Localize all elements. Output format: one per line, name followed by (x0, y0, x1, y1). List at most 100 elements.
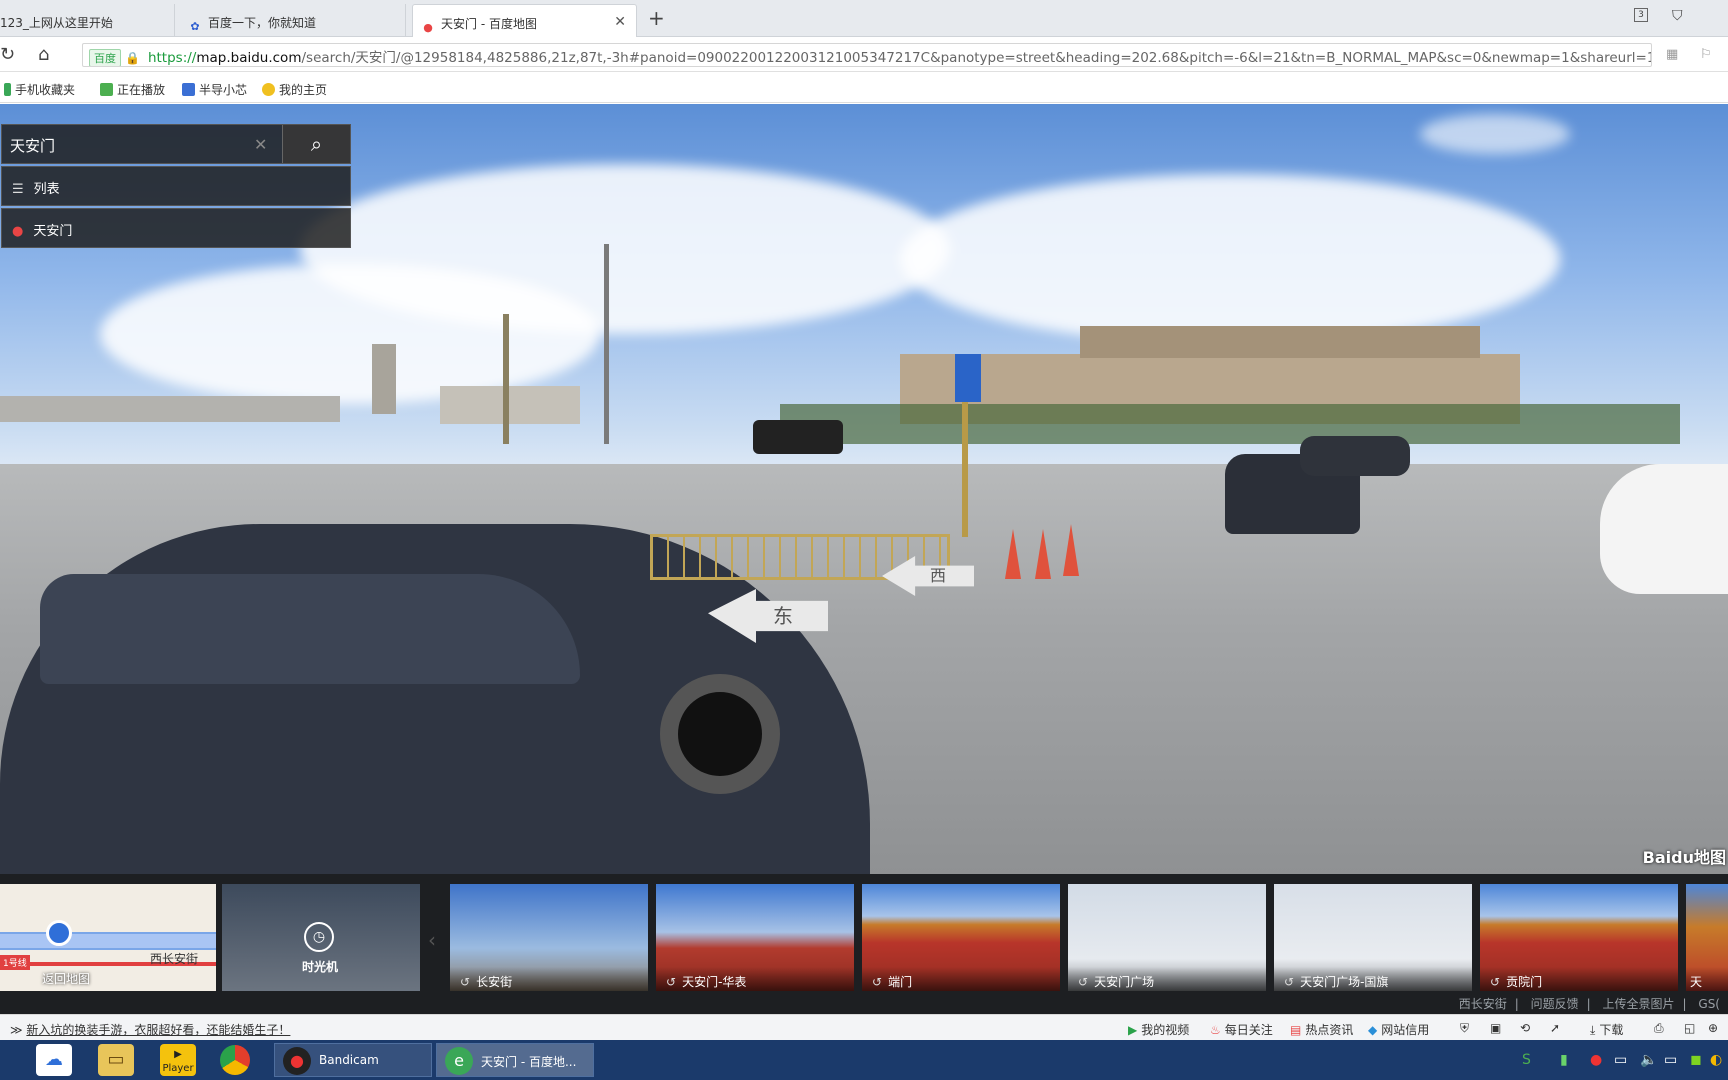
shield-icon[interactable]: ⛨ (1460, 1021, 1469, 1036)
search-button[interactable]: ⌕ (282, 125, 350, 163)
thumb-next[interactable]: 天 (1686, 884, 1728, 991)
hot-news[interactable]: ▤ 热点资讯 (1290, 1021, 1353, 1038)
cloud (1420, 114, 1570, 154)
site-credit[interactable]: ◆ 网站信用 (1368, 1021, 1429, 1038)
map-pin-icon: ● (12, 224, 24, 239)
baidu-map-brand: Baidu地图 (1642, 848, 1726, 867)
feedback-link[interactable]: 问题反馈 (1531, 997, 1579, 1011)
network-icon[interactable]: ▭ (1614, 1052, 1627, 1068)
image-icon[interactable]: ▣ (1490, 1021, 1501, 1035)
trees (780, 404, 1680, 444)
news-icon: ▤ (1290, 1023, 1302, 1037)
extension-icon[interactable]: ⚐ (1700, 47, 1712, 62)
url-scheme: https:// (147, 50, 197, 66)
nvidia-icon[interactable]: ◼ (1690, 1052, 1702, 1068)
task-baidu-map[interactable]: e 天安门 - 百度地... (436, 1043, 594, 1077)
chip-icon (182, 83, 195, 96)
record-icon: ● (283, 1047, 311, 1075)
record-tray-icon[interactable]: ● (1590, 1052, 1602, 1068)
grid-icon[interactable]: ▦ (1666, 47, 1678, 62)
star-icon (262, 83, 275, 96)
news-ticker[interactable]: ≫ 新入坑的换装手游，衣服超好看，还能结婚生子！ (10, 1021, 290, 1038)
bookmark-semi[interactable]: 半导小芯 (182, 81, 247, 98)
time-machine-thumb[interactable]: ◷ 时光机 (222, 884, 420, 991)
display-icon[interactable]: ▭ (1664, 1052, 1677, 1068)
volume-icon[interactable]: 🔈 (1640, 1052, 1657, 1068)
pano-footer-links: 西长安街 | 问题反馈 | 上传全景图片 | GS( (1458, 997, 1720, 1011)
cloud (100, 264, 600, 404)
thumb-changanjie[interactable]: ↺ 长安街 (450, 884, 648, 991)
pano-icon: ↺ (460, 975, 471, 989)
cloud-icon (100, 83, 113, 96)
download[interactable]: ⤓ 下载 (1590, 1021, 1623, 1038)
back-to-map-label: 返回地图 (42, 972, 91, 986)
thumb-label: ↺ 天安门广场 (1068, 967, 1266, 991)
daily-focus[interactable]: ♨ 每日关注 (1210, 1021, 1273, 1038)
thumb-label: ↺ 天安门广场-国旗 (1274, 967, 1472, 991)
close-tab-icon[interactable]: ✕ (614, 14, 626, 30)
thumb-gongyuanmen[interactable]: ↺ 贡院门 (1480, 884, 1678, 991)
bookmark-mobile[interactable]: 手机收藏夹 (4, 81, 75, 98)
result-item[interactable]: ● 天安门 (1, 208, 351, 248)
bookmark-home[interactable]: 我的主页 (262, 81, 327, 98)
home-icon[interactable]: ⌂ (38, 44, 49, 65)
url-input[interactable]: 百度 🔒 https://map.baidu.com/search/天安门/@129… (82, 43, 1652, 67)
zoom-icon[interactable]: ⊕ (1708, 1021, 1718, 1035)
chevron-left-icon[interactable]: ‹ (428, 928, 436, 952)
printer-icon[interactable]: ⎙ (1654, 1021, 1664, 1036)
battery-icon[interactable]: ▮ (1560, 1052, 1568, 1068)
tab-baidu-search[interactable]: ✿ 百度一下，你就知道 (180, 4, 406, 37)
thumb-label: ↺ 天安门-华表 (656, 967, 854, 991)
search-input[interactable] (10, 133, 250, 157)
shirt-icon[interactable]: ⛉ (1672, 8, 1683, 24)
clear-icon[interactable]: ✕ (254, 135, 267, 154)
tab-123[interactable]: 123_上网从这里开始 (0, 4, 175, 37)
cloud (900, 174, 1560, 344)
refresh-icon[interactable]: ↻ (0, 44, 15, 65)
light-pole (604, 244, 609, 444)
footer-street[interactable]: 西长安街 (1459, 997, 1507, 1011)
thumb-flag[interactable]: ↺ 天安门广场-国旗 (1274, 884, 1472, 991)
lamp-post (503, 314, 509, 444)
video-icon: ▶ (1128, 1023, 1138, 1037)
tab-baidu-map[interactable]: ● 天安门 - 百度地图 ✕ (412, 4, 637, 37)
search-icon: ⌕ (310, 132, 323, 156)
browser-status-bar: ≫ 新入坑的换装手游，衣服超好看，还能结婚生子！ ▶ 我的视频 ♨ 每日关注 ▤ 热点… (0, 1014, 1728, 1040)
tray-extra-icon[interactable]: ◐ (1710, 1052, 1722, 1068)
rocket-icon[interactable]: ➚ (1550, 1021, 1560, 1035)
window-count-icon[interactable]: 3 (1634, 8, 1648, 22)
my-videos[interactable]: ▶ 我的视频 (1128, 1021, 1189, 1038)
list-row[interactable]: ☰ 列表 (1, 166, 351, 206)
back-to-map-thumb[interactable]: 1号线 西长安街 返回地图 (0, 884, 216, 991)
sign-pole (962, 402, 968, 537)
thumb-label: ↺ 端门 (862, 967, 1060, 991)
baidu-paw-icon: ✿ (190, 20, 200, 33)
screen-icon[interactable]: ◱ (1684, 1021, 1695, 1035)
distant-buildings (0, 396, 340, 422)
pano-icon: ↺ (1284, 975, 1295, 989)
player-icon[interactable]: ▶ Player (160, 1044, 196, 1076)
thumb-label: ↺ 贡院门 (1480, 967, 1678, 991)
list-icon: ☰ (12, 182, 24, 197)
great-hall-roof (1080, 326, 1480, 358)
gs-link[interactable]: GS( (1698, 997, 1720, 1011)
sync-icon[interactable]: ⟲ (1520, 1021, 1530, 1035)
thumb-huabiao[interactable]: ↺ 天安门-华表 (656, 884, 854, 991)
baidu-netdisk-icon[interactable]: ☁ (36, 1044, 72, 1076)
time-machine-label: 时光机 (302, 960, 339, 974)
new-tab-button[interactable]: + (648, 6, 665, 30)
thumb-square[interactable]: ↺ 天安门广场 (1068, 884, 1266, 991)
url-path: /search/天安门/@12958184,4825886,21z,87t,-3… (301, 50, 1652, 66)
bookmark-playing[interactable]: 正在播放 (100, 81, 165, 98)
drop-icon: ◆ (1368, 1023, 1378, 1037)
thumb-duanmen[interactable]: ↺ 端门 (862, 884, 1060, 991)
file-explorer-icon[interactable]: ▭ (98, 1044, 134, 1076)
bookmarks-bar: 手机收藏夹 正在播放 半导小芯 我的主页 (0, 73, 1728, 103)
task-bandicam[interactable]: ● Bandicam (274, 1043, 432, 1077)
tab-title: 天安门 - 百度地图 (441, 17, 537, 31)
s-tray-icon[interactable]: S (1522, 1052, 1531, 1068)
browser-icon: e (445, 1047, 473, 1075)
chrome-icon[interactable] (220, 1045, 250, 1075)
upload-link[interactable]: 上传全景图片 (1603, 997, 1675, 1011)
street-label: 西长安街 (150, 952, 199, 966)
